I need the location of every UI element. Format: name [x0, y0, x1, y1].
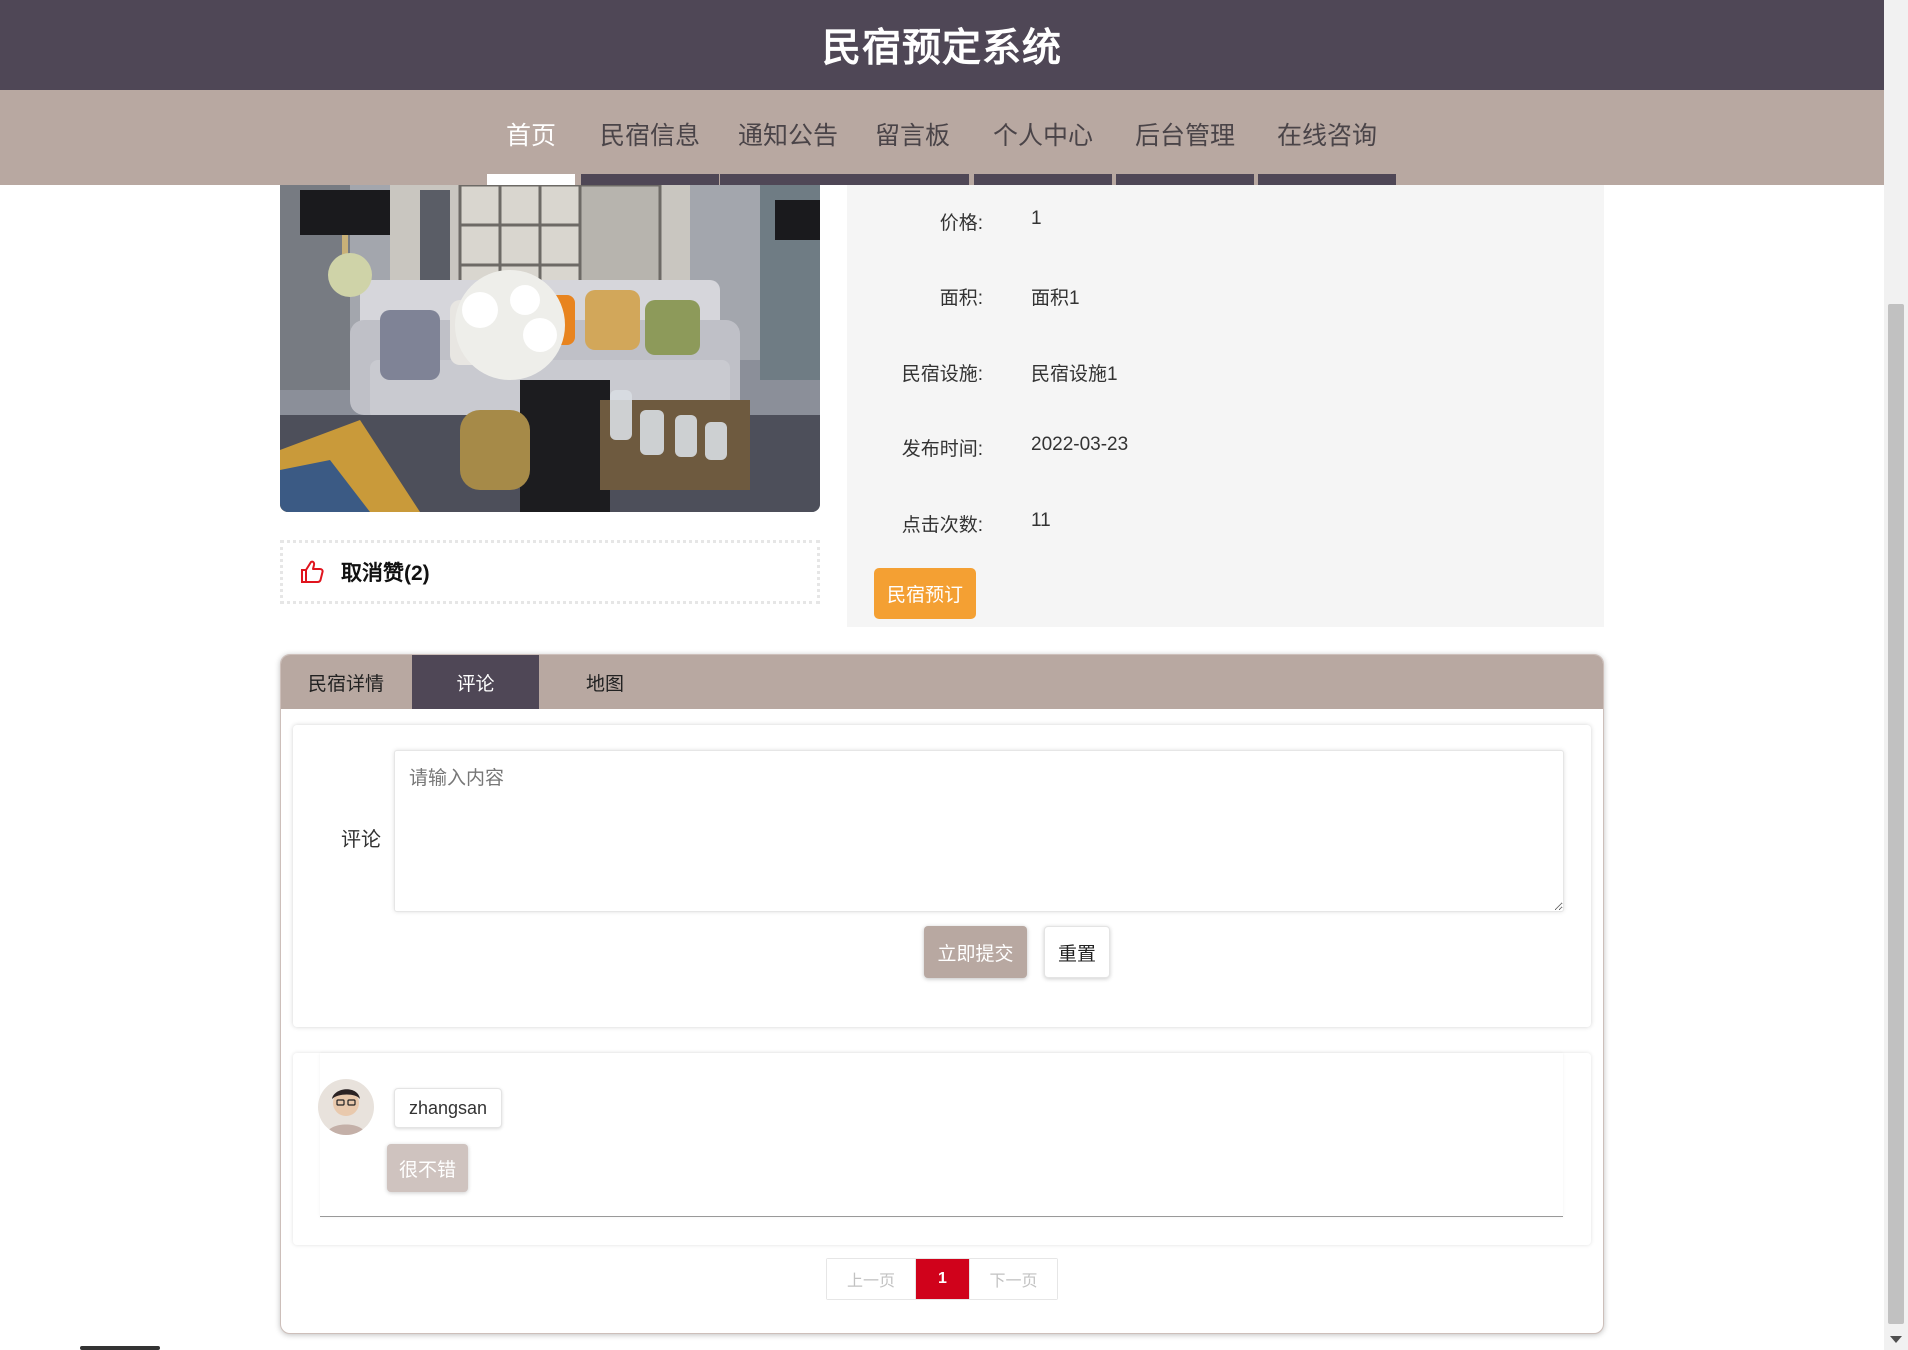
submit-comment-button[interactable]: 立即提交 — [924, 926, 1027, 978]
nav-indicator — [1258, 174, 1396, 185]
next-page-button[interactable]: 下一页 — [969, 1259, 1057, 1299]
room-photo — [280, 160, 820, 512]
info-value: 面积1 — [1031, 288, 1080, 309]
info-value: 1 — [1031, 208, 1042, 229]
tab-room-details[interactable]: 民宿详情 — [281, 655, 411, 709]
info-row-price: 价格: 1 — [847, 208, 1604, 238]
thumbs-up-icon — [301, 560, 324, 583]
info-label: 民宿设施: — [901, 364, 983, 385]
info-value: 民宿设施1 — [1031, 364, 1118, 385]
reset-button[interactable]: 重置 — [1044, 926, 1110, 978]
comment-form: 评论 立即提交 重置 — [293, 725, 1591, 1027]
tab-map[interactable]: 地图 — [540, 655, 670, 709]
nav-item-admin[interactable]: 后台管理 — [1116, 90, 1254, 185]
nav-indicator — [581, 174, 719, 185]
info-row-facilities: 民宿设施: 民宿设施1 — [847, 359, 1604, 389]
like-label: 取消赞(2) — [341, 562, 430, 585]
page-edge-shadow — [80, 1346, 160, 1350]
tab-label: 地图 — [585, 673, 624, 695]
tab-strip: 民宿详情 评论 地图 — [281, 655, 1603, 709]
nav-item-online-consult[interactable]: 在线咨询 — [1258, 90, 1396, 185]
info-value: 11 — [1031, 510, 1051, 531]
like-toggle[interactable]: 取消赞(2) — [280, 540, 820, 604]
info-label: 面积: — [939, 288, 983, 309]
room-info-panel: 价格: 1 面积: 面积1 民宿设施: 民宿设施1 发布时间: 2022-03-… — [847, 160, 1604, 627]
site-header: 民宿预定系统 — [0, 0, 1884, 90]
prev-page-button[interactable]: 上一页 — [827, 1259, 916, 1299]
nav-active-indicator — [487, 174, 575, 185]
avatar — [318, 1079, 374, 1135]
page-scrollbar[interactable] — [1884, 0, 1908, 1350]
comment-username: zhangsan — [394, 1088, 503, 1128]
nav-item-profile[interactable]: 个人中心 — [974, 90, 1112, 185]
page-number-current[interactable]: 1 — [916, 1259, 969, 1299]
book-room-button[interactable]: 民宿预订 — [874, 568, 976, 619]
pagination: 上一页 1 下一页 — [826, 1258, 1058, 1300]
comment-input[interactable] — [394, 750, 1564, 912]
list-item: zhangsan 很不错 — [318, 1053, 1563, 1217]
tab-label: 评论 — [456, 673, 495, 695]
nav-indicator — [720, 174, 856, 185]
tab-comments[interactable]: 评论 — [412, 655, 539, 709]
comment-label: 评论 — [341, 829, 381, 851]
tab-label: 民宿详情 — [307, 673, 384, 695]
info-label: 发布时间: — [901, 439, 983, 460]
nav-item-home[interactable]: 首页 — [487, 90, 575, 185]
info-row-area: 面积: 面积1 — [847, 283, 1604, 313]
nav-item-message-board[interactable]: 留言板 — [856, 90, 969, 185]
site-title: 民宿预定系统 — [821, 27, 1062, 70]
main-nav: 首页 民宿信息 通知公告 留言板 个人中心 后台管理 在线咨询 — [0, 90, 1884, 185]
scrollbar-thumb[interactable] — [1888, 304, 1904, 1324]
nav-item-listings[interactable]: 民宿信息 — [581, 90, 719, 185]
nav-indicator — [856, 174, 969, 185]
nav-item-notices[interactable]: 通知公告 — [720, 90, 856, 185]
info-row-click-count: 点击次数: 11 — [847, 510, 1604, 540]
nav-indicator — [1116, 174, 1254, 185]
scroll-down-arrow-icon[interactable] — [1890, 1336, 1902, 1343]
comment-text: 很不错 — [387, 1144, 469, 1192]
comments-list: zhangsan 很不错 — [293, 1053, 1591, 1245]
nav-indicator — [974, 174, 1112, 185]
info-label: 价格: — [939, 213, 983, 234]
detail-tabs-card: 民宿详情 评论 地图 评论 立即提交 重置 — [280, 654, 1604, 1334]
info-label: 点击次数: — [901, 515, 983, 536]
info-value: 2022-03-23 — [1031, 434, 1129, 455]
info-row-publish-time: 发布时间: 2022-03-23 — [847, 434, 1604, 464]
